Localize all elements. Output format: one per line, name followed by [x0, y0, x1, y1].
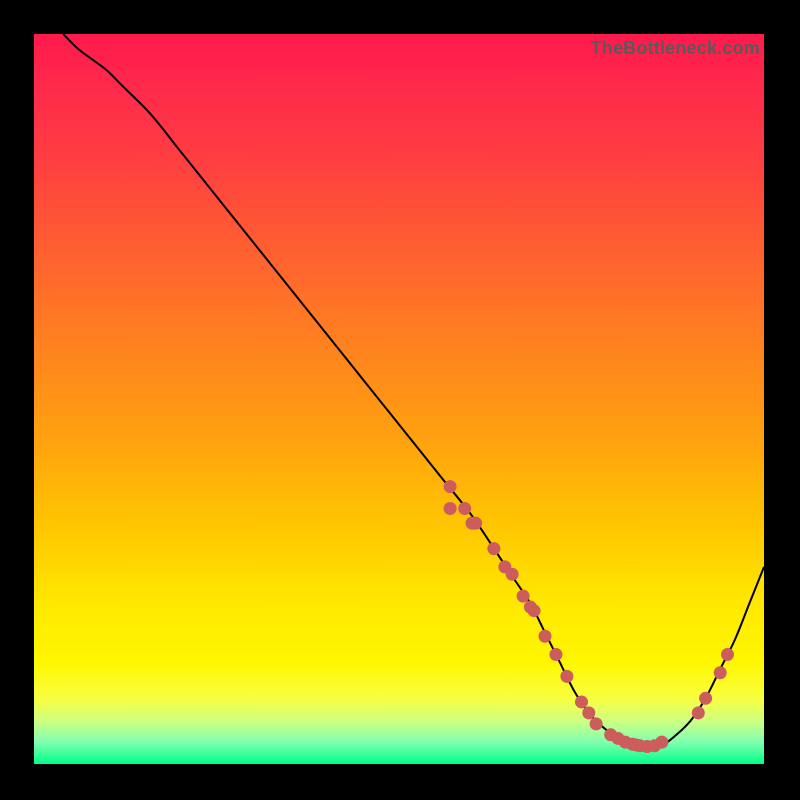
bottleneck-curve — [63, 34, 764, 749]
gpu-marker — [582, 706, 595, 719]
chart-svg — [34, 34, 764, 764]
gpu-marker — [549, 648, 562, 661]
gpu-marker — [699, 692, 712, 705]
gpu-marker — [560, 670, 573, 683]
plot-area: TheBottleneck.com — [34, 34, 764, 764]
gpu-marker — [692, 706, 705, 719]
gpu-marker — [539, 630, 552, 643]
gpu-marker — [444, 480, 457, 493]
gpu-marker — [655, 736, 668, 749]
gpu-marker — [506, 568, 519, 581]
gpu-marker — [469, 517, 482, 530]
watermark-text: TheBottleneck.com — [591, 38, 760, 59]
gpu-marker — [721, 648, 734, 661]
gpu-marker — [714, 666, 727, 679]
gpu-markers — [444, 480, 734, 753]
gpu-marker — [487, 542, 500, 555]
gpu-marker — [590, 717, 603, 730]
gpu-marker — [444, 502, 457, 515]
gpu-marker — [528, 604, 541, 617]
gpu-marker — [575, 695, 588, 708]
gpu-marker — [517, 590, 530, 603]
gpu-marker — [458, 502, 471, 515]
